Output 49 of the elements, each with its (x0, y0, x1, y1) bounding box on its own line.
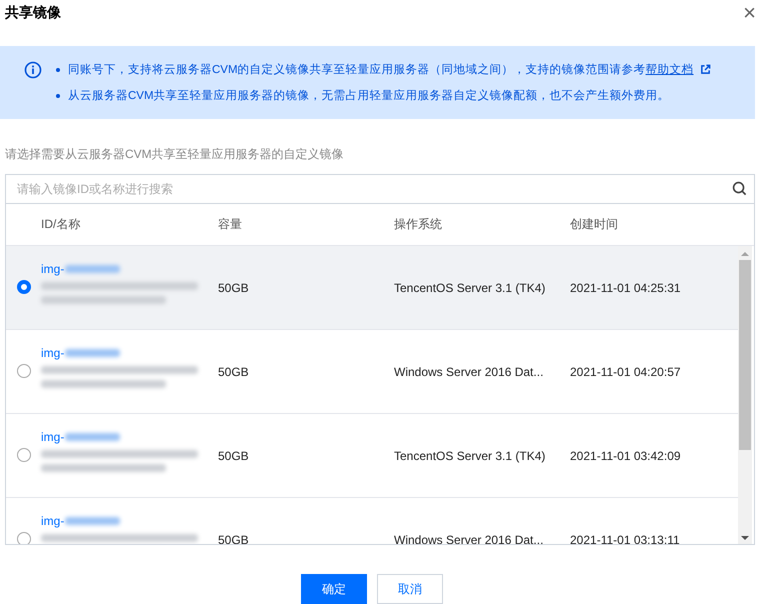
help-doc-link[interactable]: 帮助文档 (646, 62, 694, 77)
table-cell: 2021-11-01 04:25:31 (570, 280, 681, 294)
column-header: 创建时间 (570, 216, 618, 233)
table-cell: 50GB (218, 280, 249, 294)
redacted-text (65, 265, 120, 273)
scroll-down-icon[interactable] (741, 536, 749, 540)
search-icon[interactable] (732, 181, 747, 196)
info-icon (24, 61, 42, 79)
table-cell: 50GB (218, 448, 249, 462)
table-cell: Windows Server 2016 Dat... (394, 364, 544, 378)
external-link-icon (700, 64, 711, 75)
table-cell: 50GB (218, 364, 249, 378)
table-row[interactable]: img- 50GB TencentOS Server 3.1 (TK4) 2021-11-01 04:25:31 (6, 246, 738, 330)
table-cell: 2021-11-01 03:42:09 (570, 448, 681, 462)
prompt-text: 请选择需要从云服务器CVM共享至轻量应用服务器的自定义镜像 (5, 146, 345, 163)
search-field[interactable]: 请输入镜像ID或名称进行搜索 (5, 174, 755, 204)
table-cell: TencentOS Server 3.1 (TK4) (394, 280, 546, 294)
column-header: 容量 (218, 216, 242, 233)
scrollbar-thumb[interactable] (739, 260, 751, 450)
dialog-title: 共享镜像 (5, 4, 61, 22)
scroll-up-icon[interactable] (741, 252, 749, 256)
table-row[interactable]: img- 50GB TencentOS Server 3.1 (TK4) 2021-11-01 03:42:09 (6, 414, 738, 498)
scrollbar[interactable] (738, 246, 752, 544)
radio-button[interactable] (17, 448, 31, 462)
radio-button[interactable] (17, 280, 31, 294)
image-id-link[interactable]: img- (41, 262, 64, 276)
bullet-icon (56, 68, 60, 72)
column-header: 操作系统 (394, 216, 442, 233)
radio-button[interactable] (17, 364, 31, 378)
confirm-button[interactable]: 确定 (301, 574, 367, 604)
table-cell: 50GB (218, 532, 249, 544)
redacted-text (65, 349, 120, 357)
column-header: ID/名称 (41, 216, 80, 233)
image-id-link[interactable]: img- (41, 514, 64, 528)
bullet-icon (56, 94, 60, 98)
table-cell: Windows Server 2016 Dat... (394, 532, 544, 544)
image-id-link[interactable]: img- (41, 430, 64, 444)
table-cell: 2021-11-01 04:20:57 (570, 364, 681, 378)
notice-text: 从云服务器CVM共享至轻量应用服务器的镜像，无需占用轻量应用服务器自定义镜像配额，也不会产生额外费用。 (68, 88, 670, 103)
redacted-text (65, 433, 120, 441)
close-button[interactable]: × (743, 2, 756, 24)
cancel-button[interactable]: 取消 (377, 574, 443, 604)
table-cell: 2021-11-01 03:13:11 (570, 532, 680, 544)
notice-text: 同账号下，支持将云服务器CVM的自定义镜像共享至轻量应用服务器（同地域之间），支持的镜像范围请参考 (68, 62, 646, 77)
radio-button[interactable] (17, 532, 31, 544)
redacted-text (65, 517, 120, 525)
table-cell: TencentOS Server 3.1 (TK4) (394, 448, 546, 462)
table-row[interactable]: img- 50GB Windows Server 2016 Dat... 2021-11-01 04:20:57 (6, 330, 738, 414)
image-id-link[interactable]: img- (41, 346, 64, 360)
